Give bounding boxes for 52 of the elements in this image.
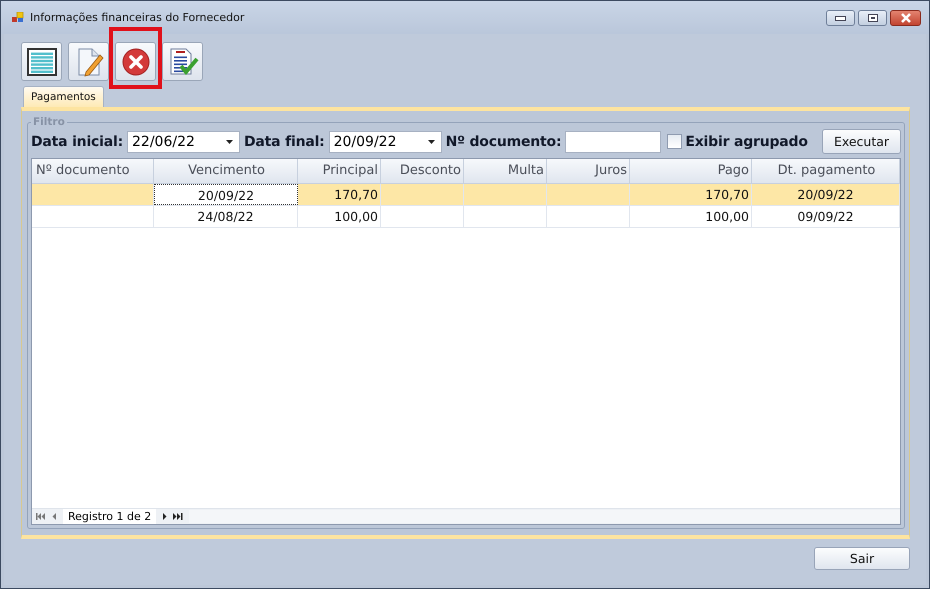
last-record-icon[interactable] — [173, 513, 184, 520]
table-cell: 20/09/22 — [752, 184, 900, 205]
horizontal-scrollbar[interactable] — [189, 510, 900, 523]
column-header[interactable]: Principal — [298, 159, 381, 183]
dropdown-arrow-icon — [428, 140, 435, 144]
close-button[interactable] — [890, 10, 921, 26]
date-picker[interactable]: 22/06/22 — [127, 130, 240, 152]
edit-tool-button[interactable] — [68, 42, 109, 81]
next-record-icon[interactable] — [162, 513, 168, 520]
column-header[interactable]: Vencimento — [154, 159, 298, 183]
first-record-icon[interactable] — [36, 513, 46, 520]
column-header[interactable]: Nº documento — [32, 159, 154, 183]
table-cell: 170,70 — [298, 184, 381, 205]
maximize-button[interactable] — [858, 10, 887, 26]
exit-button[interactable]: Sair — [814, 547, 910, 570]
column-header[interactable]: Dt. pagamento — [752, 159, 900, 183]
list-tool-button[interactable] — [21, 42, 62, 81]
table-row[interactable]: 24/08/22 100,00 100,00 09/09/22 — [32, 206, 900, 228]
date-picker[interactable]: 20/09/22 — [328, 130, 442, 152]
table-cell: 170,70 — [630, 184, 752, 205]
table-cell: 09/09/22 — [752, 206, 900, 227]
delete-icon — [122, 48, 150, 76]
record-counter: Registro 1 de 2 — [63, 509, 156, 524]
column-header[interactable]: Juros — [547, 159, 630, 183]
list-icon — [26, 48, 56, 76]
minimize-button[interactable] — [826, 10, 855, 26]
checkbox-label: Exibir agrupado — [685, 134, 808, 150]
dropdown-arrow-icon — [226, 140, 233, 144]
table-cell: 20/09/22 — [154, 184, 298, 205]
checkbox[interactable] — [667, 134, 682, 149]
table-cell: 24/08/22 — [154, 206, 298, 227]
report-tool-button[interactable] — [162, 42, 203, 81]
column-header[interactable]: Multa — [464, 159, 547, 183]
document-input-field[interactable] — [565, 130, 662, 152]
delete-tool-button[interactable] — [115, 42, 156, 81]
column-header[interactable]: Pago — [630, 159, 752, 183]
maximize-icon — [868, 14, 878, 22]
highlight-frame — [109, 27, 162, 89]
close-icon — [898, 13, 912, 23]
field-label: Data inicial: — [31, 134, 123, 150]
field-label: Data final: — [244, 134, 325, 150]
table-cell: 100,00 — [298, 206, 381, 227]
window-title: Informações financeiras do Fornecedor — [30, 11, 244, 24]
column-header[interactable]: Desconto — [381, 159, 464, 183]
previous-record-icon[interactable] — [52, 513, 57, 520]
app-icon — [12, 12, 24, 23]
field-label: Nº documento: — [446, 134, 562, 150]
minimize-icon — [835, 16, 846, 20]
run-button[interactable]: Executar — [822, 129, 901, 154]
table-row[interactable]: 20/09/22 170,70 170,70 20/09/22 — [32, 184, 900, 206]
tab[interactable]: Pagamentos — [23, 86, 104, 107]
table-cell: 100,00 — [630, 206, 752, 227]
